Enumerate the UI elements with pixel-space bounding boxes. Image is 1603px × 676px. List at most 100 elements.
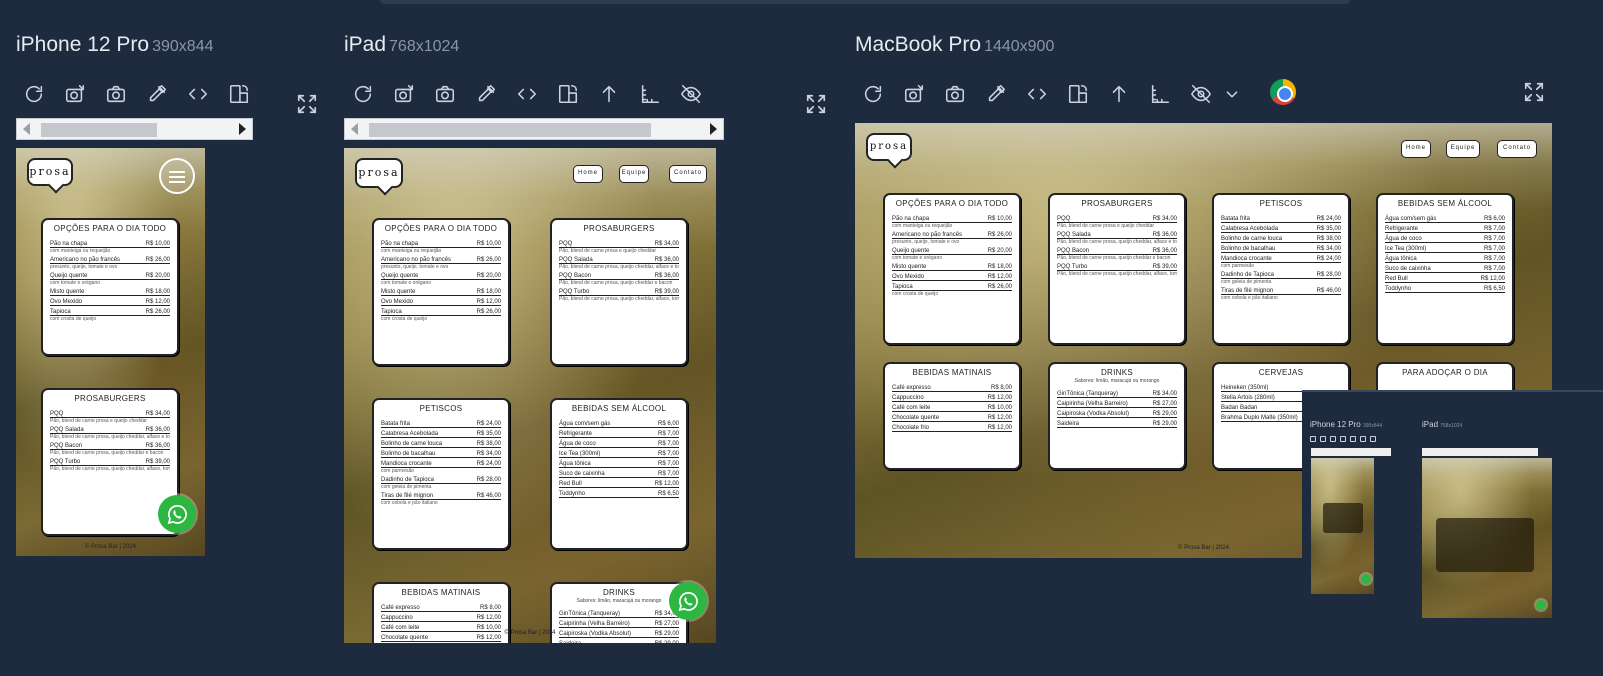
- menu-item-price: R$ 34,00: [145, 411, 170, 417]
- menu-item-price: R$ 26,00: [987, 232, 1012, 238]
- nested-toolbar-icon: [1370, 436, 1376, 442]
- screenshot-icon[interactable]: [383, 78, 424, 110]
- menu-item: Chocolate quente R$ 12,00: [892, 412, 1012, 422]
- menu-item-name: Stella Artois (280ml): [1221, 395, 1275, 401]
- menu-card-bebidas: BEBIDAS SEM ÁLCOOL Água com/sem gás R$ 6,0…: [550, 398, 688, 550]
- menu-item: Misto quente R$ 18,00: [381, 286, 501, 296]
- toolbar-macbook: [852, 78, 1243, 110]
- menu-item-price: R$ 36,00: [1152, 248, 1177, 254]
- camera-icon[interactable]: [934, 78, 975, 110]
- menu-item-price: R$ 7,00: [1483, 256, 1505, 262]
- reload-icon[interactable]: [342, 78, 383, 110]
- camera-icon[interactable]: [95, 78, 136, 110]
- site-logo[interactable]: prosa: [355, 158, 403, 188]
- menu-item-price: R$ 34,00: [654, 241, 679, 247]
- code-icon[interactable]: [177, 78, 218, 110]
- menu-item: GinTônica (Tanqueray) R$ 34,00: [1057, 388, 1177, 398]
- whatsapp-icon[interactable]: [669, 582, 707, 620]
- menu-item-name: Ice Tea (300ml): [559, 451, 601, 457]
- upload-icon[interactable]: [1098, 78, 1139, 110]
- menu-item: Ovo Mexido R$ 12,00: [381, 296, 501, 306]
- whatsapp-icon[interactable]: [158, 495, 196, 533]
- menu-item-name: Ovo Mexido: [381, 299, 414, 305]
- fullscreen-icon[interactable]: [296, 93, 322, 119]
- eyedropper-icon[interactable]: [465, 78, 506, 110]
- menu-card-title: PETISCOS: [419, 404, 463, 413]
- menu-item-name: Caipiroska (Vodka Absolut): [1057, 411, 1130, 417]
- menu-card-opcoes: OPÇÕES PARA O DIA TODO Pão na chapa R$ 10,…: [372, 218, 510, 366]
- menu-item-price: R$ 36,00: [654, 257, 679, 263]
- nav-home[interactable]: Home: [573, 165, 603, 183]
- menu-card-title: BEBIDAS SEM ÁLCOOL: [1397, 199, 1493, 208]
- menu-item: PQQ Bacon R$ 36,00: [1057, 245, 1177, 255]
- menu-item-desc: Pão, blend de carne prosa, queijo chedda…: [559, 296, 679, 302]
- horizontal-scrollbar[interactable]: [16, 118, 253, 140]
- reload-icon[interactable]: [13, 78, 54, 110]
- menu-item: Dadinho de Tapioca R$ 28,00: [381, 474, 501, 484]
- code-icon[interactable]: [506, 78, 547, 110]
- ruler-icon[interactable]: [1139, 78, 1180, 110]
- menu-item-price: R$ 27,00: [654, 621, 679, 627]
- hamburger-menu-icon[interactable]: [159, 158, 195, 194]
- menu-item: Mandioca crocante R$ 24,00: [381, 458, 501, 468]
- camera-icon[interactable]: [424, 78, 465, 110]
- horizontal-scrollbar[interactable]: [344, 118, 724, 140]
- site-logo[interactable]: prosa: [27, 158, 73, 186]
- menu-item-desc: Pão, blend de carne prosa, queijo chedda…: [50, 434, 170, 440]
- upload-icon[interactable]: [588, 78, 629, 110]
- reload-icon[interactable]: [852, 78, 893, 110]
- rotate-icon[interactable]: [218, 78, 259, 110]
- fullscreen-icon[interactable]: [805, 93, 831, 119]
- nested-iphone-viewport: [1311, 458, 1374, 594]
- nav-contato[interactable]: Contato: [669, 165, 707, 183]
- menu-item: Água com/sem gás R$ 6,00: [1385, 213, 1505, 223]
- menu-card-burgers: PROSABURGERS PQQ R$ 34,00 Pão, blend de car…: [550, 218, 688, 366]
- screenshot-icon[interactable]: [54, 78, 95, 110]
- menu-card-subtitle: Sabores: limão, maracujá ou morango: [576, 598, 662, 604]
- menu-item-name: Água tônica: [559, 461, 591, 467]
- menu-card-title: PROSABURGERS: [583, 224, 655, 233]
- eye-off-icon[interactable]: [670, 78, 711, 110]
- menu-item-name: PQQ Salada: [1057, 232, 1091, 238]
- top-bar: [380, 0, 1350, 4]
- menu-item-desc: Pão, blend de carne prosa, queijo chedda…: [50, 450, 164, 456]
- device-title-macbook: MacBook Pro 1440x900: [855, 33, 1054, 57]
- menu-item-desc: Pão, blend de carne prosa, queijo chedda…: [559, 264, 679, 270]
- chevron-down-icon[interactable]: [1221, 78, 1243, 110]
- nav-equipe[interactable]: Equipe: [1446, 140, 1480, 158]
- fullscreen-icon[interactable]: [1523, 81, 1549, 107]
- site-logo[interactable]: prosa: [866, 133, 912, 161]
- chrome-icon[interactable]: [1270, 79, 1296, 105]
- toolbar-iphone: [13, 78, 259, 110]
- nested-toolbar-icon: [1340, 436, 1346, 442]
- eyedropper-icon[interactable]: [975, 78, 1016, 110]
- toolbar-ipad: [342, 78, 711, 110]
- eyedropper-icon[interactable]: [136, 78, 177, 110]
- nav-contato[interactable]: Contato: [1497, 140, 1537, 158]
- rotate-icon[interactable]: [547, 78, 588, 110]
- rotate-icon[interactable]: [1057, 78, 1098, 110]
- menu-item-price: R$ 24,00: [476, 461, 501, 467]
- eye-off-icon[interactable]: [1180, 78, 1221, 110]
- menu-item-price: R$ 7,00: [657, 451, 679, 457]
- nav-equipe[interactable]: Equipe: [619, 165, 649, 183]
- menu-item-name: Bolinho de bacalhau: [1221, 246, 1276, 252]
- menu-item: PQQ Turbo R$ 39,00: [559, 286, 679, 296]
- code-icon[interactable]: [1016, 78, 1057, 110]
- menu-item: Caipirinha (Velha Barreiro) R$ 27,00: [1057, 398, 1177, 408]
- menu-card-title: PETISCOS: [1259, 199, 1303, 208]
- menu-item: Ovo Mexido R$ 12,00: [50, 296, 170, 306]
- menu-item: Red Bull R$ 12,00: [1385, 273, 1505, 283]
- ruler-icon[interactable]: [629, 78, 670, 110]
- menu-item-price: R$ 7,00: [1483, 266, 1505, 272]
- menu-item-price: R$ 34,00: [1316, 246, 1341, 252]
- menu-item-desc: com cebola e pão italiano: [1221, 295, 1278, 301]
- nav-home[interactable]: Home: [1401, 140, 1431, 158]
- menu-item-price: R$ 18,00: [476, 289, 501, 295]
- menu-item-name: Heineken (350ml): [1221, 385, 1269, 391]
- menu-item-name: Cappuccino: [381, 615, 413, 621]
- menu-item: Refrigerante R$ 7,00: [1385, 223, 1505, 233]
- screenshot-icon[interactable]: [893, 78, 934, 110]
- menu-item: Saideira R$ 29,00: [1057, 418, 1177, 428]
- menu-item-name: PQQ Bacon: [50, 443, 83, 449]
